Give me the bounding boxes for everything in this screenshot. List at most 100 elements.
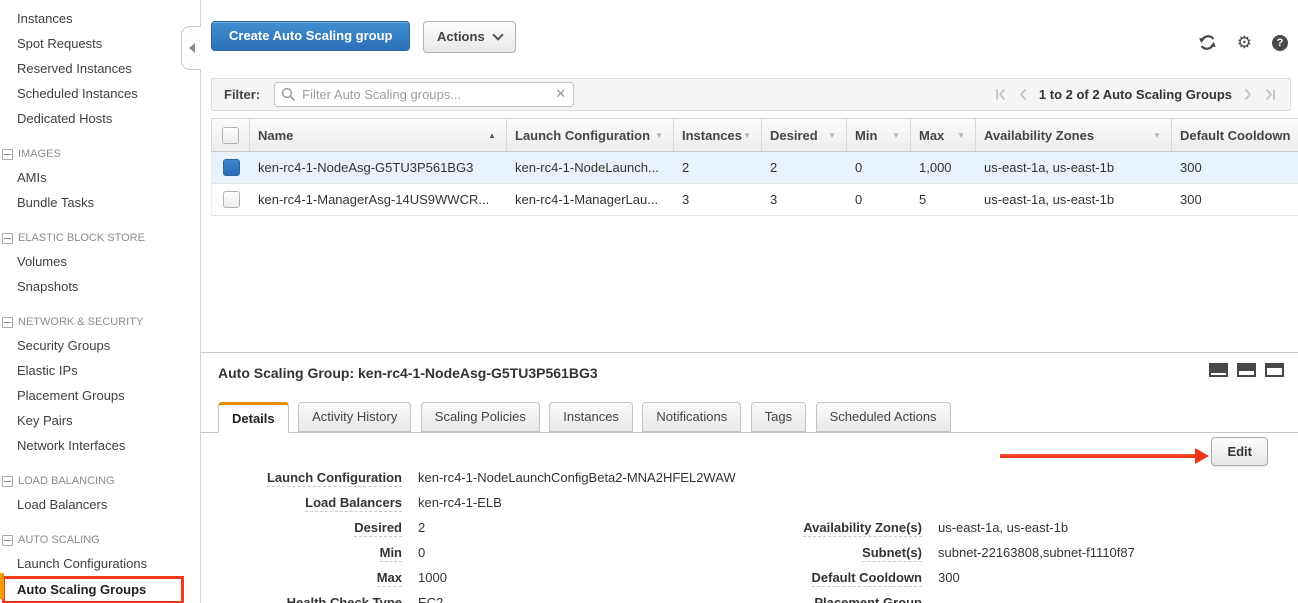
prev-page-icon[interactable] xyxy=(1018,88,1028,101)
field-row: Desired 2 xyxy=(201,520,736,545)
tab-tags[interactable]: Tags xyxy=(751,402,806,432)
column-header-desired[interactable]: Desired▼ xyxy=(762,119,847,151)
column-header-launch-configuration[interactable]: Launch Configuration▼ xyxy=(507,119,674,151)
filter-search-input[interactable] xyxy=(274,82,574,107)
tab-scaling-policies[interactable]: Scaling Policies xyxy=(421,402,540,432)
column-header-max[interactable]: Max ▼ xyxy=(911,119,976,151)
sidebar-item-elastic-ips[interactable]: Elastic IPs xyxy=(0,358,200,383)
tab-instances[interactable]: Instances xyxy=(549,402,633,432)
column-header-label: Min xyxy=(855,128,877,143)
sidebar-item-launch-configurations[interactable]: Launch Configurations xyxy=(0,551,200,576)
sidebar-item-dedicated-hosts[interactable]: Dedicated Hosts xyxy=(0,106,200,131)
sidebar-section-auto-scaling[interactable]: AUTO SCALING xyxy=(0,529,200,551)
cell-desired: 3 xyxy=(762,184,847,215)
field-label: Health Check Type xyxy=(201,595,402,603)
first-page-icon[interactable] xyxy=(995,88,1007,101)
tab-notifications[interactable]: Notifications xyxy=(642,402,741,432)
cell-default-cooldown: 300 xyxy=(1172,184,1298,215)
pane-bottom-small-icon[interactable] xyxy=(1209,363,1228,377)
actions-button[interactable]: Actions xyxy=(423,21,516,53)
field-row: Default Cooldown 300 xyxy=(721,570,1135,595)
sidebar-section-load-balancing[interactable]: LOAD BALANCING xyxy=(0,470,200,492)
sidebar-item-key-pairs[interactable]: Key Pairs xyxy=(0,408,200,433)
field-row: Subnet(s) subnet-22163808,subnet-f1110f8… xyxy=(721,545,1135,570)
clear-filter-icon[interactable]: ✕ xyxy=(555,86,566,102)
detail-fields-left: Launch Configuration ken-rc4-1-NodeLaunc… xyxy=(201,470,736,603)
field-value: 0 xyxy=(418,545,425,560)
sidebar-item-security-groups[interactable]: Security Groups xyxy=(0,333,200,358)
sidebar-item-reserved-instances[interactable]: Reserved Instances xyxy=(0,56,200,81)
collapse-minus-icon[interactable] xyxy=(2,149,13,160)
edit-button[interactable]: Edit xyxy=(1211,437,1268,466)
filter-bar: Filter: ✕ 1 to 2 of 2 Auto Scaling Group… xyxy=(211,78,1291,111)
main-content: Create Auto Scaling group Actions ⚙ ? Fi… xyxy=(201,0,1298,603)
pane-bottom-half-icon[interactable] xyxy=(1237,363,1256,377)
detail-tabs: Details Activity History Scaling Policie… xyxy=(201,402,1298,433)
last-page-icon[interactable] xyxy=(1264,88,1276,101)
cell-availability-zones: us-east-1a, us-east-1b xyxy=(976,184,1172,215)
sort-caret-icon: ▼ xyxy=(892,131,900,140)
collapse-minus-icon[interactable] xyxy=(2,233,13,244)
pane-layout-controls xyxy=(1209,363,1284,377)
table-row[interactable]: ken-rc4-1-NodeAsg-G5TU3P561BG3 ken-rc4-1… xyxy=(211,152,1298,184)
sidebar-section-label: NETWORK & SECURITY xyxy=(18,311,143,333)
tab-scheduled-actions[interactable]: Scheduled Actions xyxy=(816,402,951,432)
select-all-checkbox[interactable] xyxy=(222,127,239,144)
table-row[interactable]: ken-rc4-1-ManagerAsg-14US9WWCR... ken-rc… xyxy=(211,184,1298,216)
next-page-icon[interactable] xyxy=(1243,88,1253,101)
collapse-minus-icon[interactable] xyxy=(2,535,13,546)
create-auto-scaling-group-button[interactable]: Create Auto Scaling group xyxy=(211,21,410,51)
sidebar-item-auto-scaling-groups[interactable]: Auto Scaling Groups xyxy=(2,576,184,603)
refresh-icon[interactable] xyxy=(1198,34,1217,51)
column-header-default-cooldown[interactable]: Default Cooldown xyxy=(1172,119,1298,151)
sidebar-collapse-handle[interactable] xyxy=(181,26,201,70)
field-row: Max 1000 xyxy=(201,570,736,595)
sidebar-item-volumes[interactable]: Volumes xyxy=(0,249,200,274)
left-triangle-icon xyxy=(189,43,195,53)
sidebar-item-snapshots[interactable]: Snapshots xyxy=(0,274,200,299)
cell-min: 0 xyxy=(847,184,911,215)
column-header-label: Instances xyxy=(682,128,742,143)
sidebar-section-images[interactable]: IMAGES xyxy=(0,143,200,165)
field-row: Placement Group xyxy=(721,595,1135,603)
sidebar-item-load-balancers[interactable]: Load Balancers xyxy=(0,492,200,517)
collapse-minus-icon[interactable] xyxy=(2,317,13,328)
tab-activity-history[interactable]: Activity History xyxy=(298,402,411,432)
toolbar-icons: ⚙ ? xyxy=(1198,34,1288,51)
sidebar-item-instances[interactable]: Instances xyxy=(0,6,200,31)
gear-icon[interactable]: ⚙ xyxy=(1237,34,1252,51)
filter-search-box: ✕ xyxy=(274,82,574,107)
asg-table: Name▲ Launch Configuration▼ Instances▼ D… xyxy=(211,118,1298,216)
row-checkbox[interactable] xyxy=(223,159,240,176)
sidebar-item-network-interfaces[interactable]: Network Interfaces xyxy=(0,433,200,458)
column-header-name[interactable]: Name▲ xyxy=(250,119,507,151)
sidebar-item-spot-requests[interactable]: Spot Requests xyxy=(0,31,200,56)
detail-panel-title: Auto Scaling Group: ken-rc4-1-NodeAsg-G5… xyxy=(218,365,598,381)
column-header-instances[interactable]: Instances▼ xyxy=(674,119,762,151)
sidebar-item-placement-groups[interactable]: Placement Groups xyxy=(0,383,200,408)
sort-caret-icon: ▼ xyxy=(743,131,751,140)
detail-panel: Auto Scaling Group: ken-rc4-1-NodeAsg-G5… xyxy=(201,353,1298,603)
field-label: Desired xyxy=(201,520,402,535)
help-icon[interactable]: ? xyxy=(1272,35,1288,51)
column-header-label: Desired xyxy=(770,128,818,143)
sidebar-item-amis[interactable]: AMIs xyxy=(0,165,200,190)
field-value: ken-rc4-1-NodeLaunchConfigBeta2-MNA2HFEL… xyxy=(418,470,736,485)
actions-button-label: Actions xyxy=(437,23,485,51)
row-checkbox[interactable] xyxy=(223,191,240,208)
cell-max: 5 xyxy=(911,184,976,215)
column-header-min[interactable]: Min ▼ xyxy=(847,119,911,151)
tab-details[interactable]: Details xyxy=(218,402,289,433)
row-checkbox-cell xyxy=(212,184,250,215)
annotation-edge-bar xyxy=(0,573,4,599)
column-header-label: Max xyxy=(919,128,944,143)
sidebar-section-network-security[interactable]: NETWORK & SECURITY xyxy=(0,311,200,333)
sidebar-item-bundle-tasks[interactable]: Bundle Tasks xyxy=(0,190,200,215)
pane-bottom-large-icon[interactable] xyxy=(1265,363,1284,377)
sort-caret-icon: ▼ xyxy=(957,131,965,140)
column-header-label: Name xyxy=(258,128,293,143)
sidebar-item-scheduled-instances[interactable]: Scheduled Instances xyxy=(0,81,200,106)
column-header-availability-zones[interactable]: Availability Zones▼ xyxy=(976,119,1172,151)
sidebar-section-elastic-block-store[interactable]: ELASTIC BLOCK STORE xyxy=(0,227,200,249)
collapse-minus-icon[interactable] xyxy=(2,476,13,487)
